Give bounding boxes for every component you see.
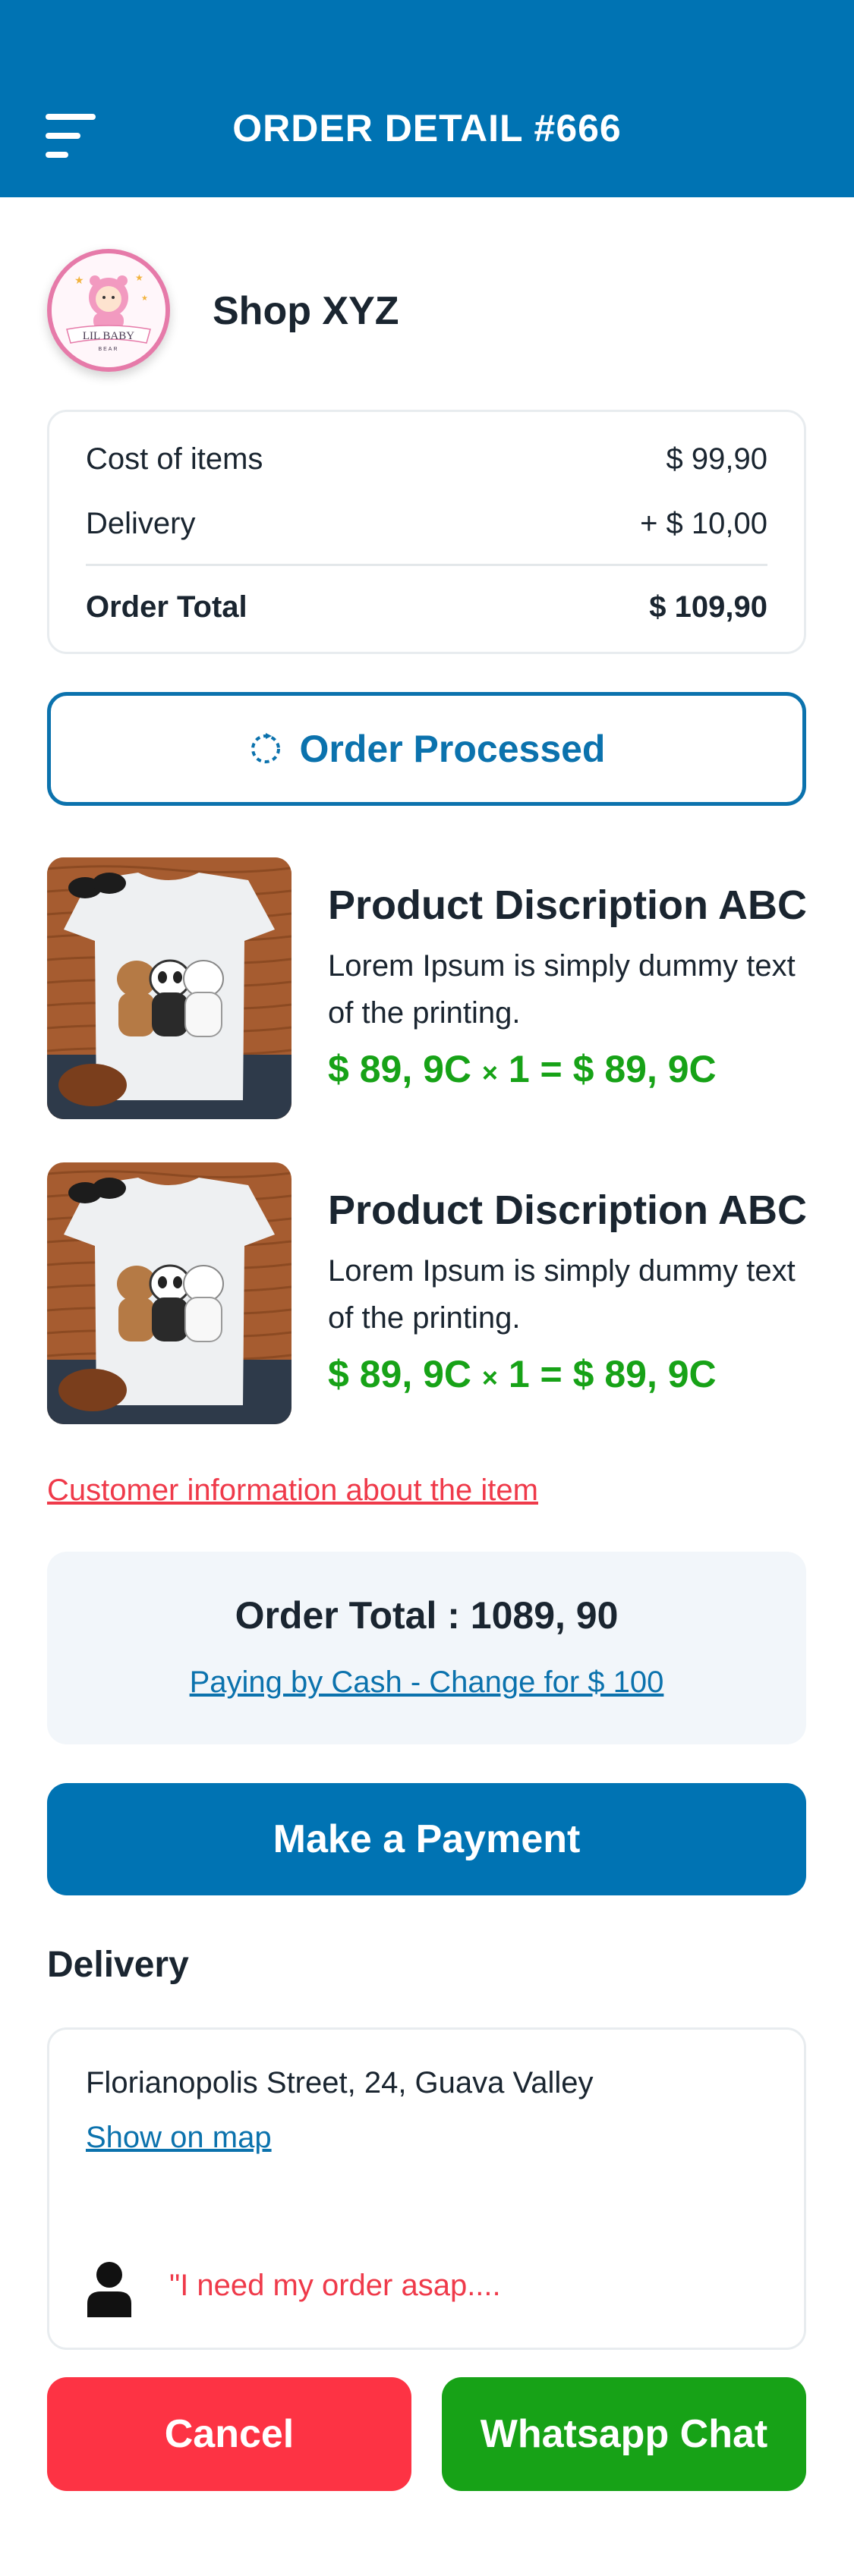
cost-summary-card: Cost of items $ 99,90 Delivery + $ 10,00… [47,410,806,654]
delivery-cost-label: Delivery [86,507,196,540]
cost-items-value: $ 99,90 [666,442,767,476]
cancel-button[interactable]: Cancel [47,2377,411,2491]
product-description: Lorem Ipsum is simply dummy text of the … [328,1254,796,1335]
shop-logo: ★ ★ ★ LIL BABY BEAR [47,249,170,372]
product-item[interactable]: Product Discription ABC Lorem Ipsum is s… [47,857,814,1119]
delivery-cost-row: Delivery + $ 10,00 [86,507,767,541]
product-image [47,857,291,1119]
product-item[interactable]: Product Discription ABC Lorem Ipsum is s… [47,1162,814,1424]
svg-text:★: ★ [74,274,84,286]
svg-text:★: ★ [141,294,148,303]
order-summary-card: Order Total : 1089, 90 Paying by Cash - … [47,1552,806,1744]
divider [86,564,767,566]
svg-text:★: ★ [135,272,143,283]
make-payment-button[interactable]: Make a Payment [47,1783,806,1895]
page-title: ORDER DETAIL #666 [232,107,622,149]
product-title: Product Discription ABC [328,882,808,928]
order-status-label: Order Processed [299,728,606,770]
cost-items-row: Cost of items $ 99,90 [86,442,767,477]
shop-name: Shop XYZ [213,289,399,333]
user-icon [87,2262,131,2317]
delivery-heading: Delivery [47,1945,189,1985]
customer-info-link[interactable]: Customer information about the item [47,1474,538,1508]
delivery-cost-value: + $ 10,00 [640,507,767,540]
product-title: Product Discription ABC [328,1187,808,1233]
delivery-card: Florianopolis Street, 24, Guava Valley S… [47,2027,806,2350]
show-on-map-link[interactable]: Show on map [86,2121,272,2155]
product-price: $ 89, 9C × 1 = $ 89, 9C [328,1352,717,1396]
delivery-address: Florianopolis Street, 24, Guava Valley [86,2066,594,2099]
product-price: $ 89, 9C × 1 = $ 89, 9C [328,1047,717,1091]
unit-price: $ 89, 9C [328,1353,472,1395]
multiply-sign: × [481,1057,498,1088]
order-total-label: Order Total [86,590,247,624]
order-total-value: $ 109,90 [649,590,767,624]
unit-price: $ 89, 9C [328,1048,472,1090]
payment-method-link[interactable]: Paying by Cash - Change for $ 100 [47,1665,806,1700]
refresh-icon [251,733,280,763]
quantity-total: 1 = $ 89, 9C [508,1353,717,1395]
shop-logo-subtext: BEAR [98,347,118,352]
summary-order-total: Order Total : 1089, 90 [235,1594,619,1637]
order-total-row: Order Total $ 109,90 [86,590,767,624]
app-header: ORDER DETAIL #666 [0,0,854,197]
product-image [47,1162,291,1424]
cost-items-label: Cost of items [86,442,263,476]
multiply-sign: × [481,1362,498,1393]
customer-note: "I need my order asap.... [169,2269,501,2302]
shop-logo-text: LIL BABY [83,330,134,342]
product-description: Lorem Ipsum is simply dummy text of the … [328,949,796,1030]
quantity-total: 1 = $ 89, 9C [508,1048,717,1090]
order-status-button[interactable]: Order Processed [47,692,806,806]
whatsapp-chat-button[interactable]: Whatsapp Chat [442,2377,806,2491]
